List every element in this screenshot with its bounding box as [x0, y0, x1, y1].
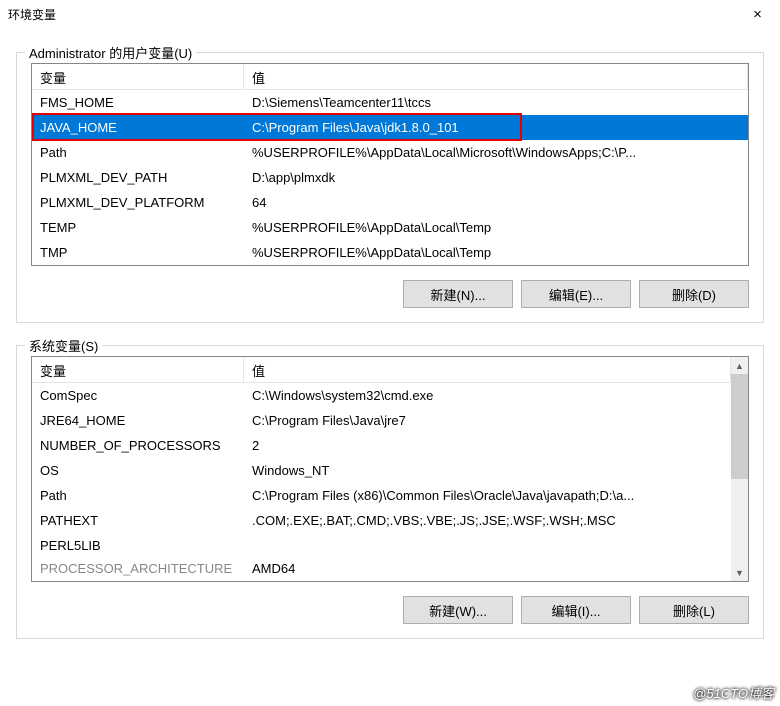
system-vars-buttons: 新建(W)... 编辑(I)... 删除(L): [31, 596, 749, 624]
titlebar: 环境变量 ×: [0, 0, 780, 28]
table-row[interactable]: ComSpec C:\Windows\system32\cmd.exe: [32, 383, 731, 408]
table-row[interactable]: OS Windows_NT: [32, 458, 731, 483]
user-vars-list[interactable]: 变量 值 FMS_HOME D:\Siemens\Teamcenter11\tc…: [31, 63, 749, 266]
var-name: TEMP: [32, 217, 244, 238]
new-button[interactable]: 新建(N)...: [403, 280, 513, 308]
edit-button[interactable]: 编辑(E)...: [521, 280, 631, 308]
table-row[interactable]: NUMBER_OF_PROCESSORS 2: [32, 433, 731, 458]
delete-button[interactable]: 删除(L): [639, 596, 749, 624]
table-row[interactable]: Path C:\Program Files (x86)\Common Files…: [32, 483, 731, 508]
var-name: FMS_HOME: [32, 92, 244, 113]
var-name: OS: [32, 460, 244, 481]
col-variable[interactable]: 变量: [32, 357, 244, 382]
var-value: .COM;.EXE;.BAT;.CMD;.VBS;.VBE;.JS;.JSE;.…: [244, 510, 731, 531]
var-value: [244, 543, 731, 549]
system-vars-body: ComSpec C:\Windows\system32\cmd.exe JRE6…: [32, 383, 731, 581]
var-value: 64: [244, 192, 748, 213]
table-row[interactable]: PATHEXT .COM;.EXE;.BAT;.CMD;.VBS;.VBE;.J…: [32, 508, 731, 533]
var-value: 2: [244, 435, 731, 456]
table-row[interactable]: PERL5LIB: [32, 533, 731, 558]
table-row[interactable]: PLMXML_DEV_PATH D:\app\plmxdk: [32, 165, 748, 190]
var-value: C:\Program Files\Java\jdk1.8.0_101: [244, 117, 748, 138]
var-value: C:\Program Files\Java\jre7: [244, 410, 731, 431]
table-row[interactable]: PROCESSOR_ARCHITECTURE AMD64: [32, 558, 731, 578]
system-vars-group: 系统变量(S) 变量 值 ComSpec C:\Windows\system32…: [16, 345, 764, 639]
scroll-thumb[interactable]: [731, 374, 748, 479]
var-value: %USERPROFILE%\AppData\Local\Microsoft\Wi…: [244, 142, 748, 163]
var-value: AMD64: [244, 558, 731, 578]
user-vars-header: 变量 值: [32, 64, 748, 90]
scroll-down-icon[interactable]: ▼: [731, 564, 748, 581]
var-name: PLMXML_DEV_PATH: [32, 167, 244, 188]
user-vars-body: FMS_HOME D:\Siemens\Teamcenter11\tccs JA…: [32, 90, 748, 265]
var-name: TMP: [32, 242, 244, 263]
window-title: 环境变量: [8, 6, 56, 23]
user-vars-buttons: 新建(N)... 编辑(E)... 删除(D): [31, 280, 749, 308]
scroll-up-icon[interactable]: ▲: [731, 357, 748, 374]
var-name: PROCESSOR_ARCHITECTURE: [32, 558, 244, 578]
table-row-selected[interactable]: JAVA_HOME C:\Program Files\Java\jdk1.8.0…: [32, 115, 748, 140]
close-button[interactable]: ×: [735, 0, 780, 28]
user-vars-group: Administrator 的用户变量(U) 变量 值 FMS_HOME D:\…: [16, 52, 764, 323]
var-name: PLMXML_DEV_PLATFORM: [32, 192, 244, 213]
system-vars-label: 系统变量(S): [25, 336, 102, 355]
var-value: C:\Program Files (x86)\Common Files\Orac…: [244, 485, 731, 506]
var-name: NUMBER_OF_PROCESSORS: [32, 435, 244, 456]
var-value: %USERPROFILE%\AppData\Local\Temp: [244, 242, 748, 263]
var-name: PATHEXT: [32, 510, 244, 531]
new-button[interactable]: 新建(W)...: [403, 596, 513, 624]
scroll-track[interactable]: [731, 374, 748, 564]
watermark: @51CTO博客: [693, 683, 774, 702]
scrollbar[interactable]: ▲ ▼: [731, 357, 748, 581]
var-value: D:\Siemens\Teamcenter11\tccs: [244, 92, 748, 113]
table-row[interactable]: PLMXML_DEV_PLATFORM 64: [32, 190, 748, 215]
system-vars-header: 变量 值: [32, 357, 731, 383]
delete-button[interactable]: 删除(D): [639, 280, 749, 308]
table-row[interactable]: FMS_HOME D:\Siemens\Teamcenter11\tccs: [32, 90, 748, 115]
table-row[interactable]: JRE64_HOME C:\Program Files\Java\jre7: [32, 408, 731, 433]
var-name: ComSpec: [32, 385, 244, 406]
var-value: Windows_NT: [244, 460, 731, 481]
var-value: D:\app\plmxdk: [244, 167, 748, 188]
var-value: %USERPROFILE%\AppData\Local\Temp: [244, 217, 748, 238]
var-name: JAVA_HOME: [32, 117, 244, 138]
var-name: JRE64_HOME: [32, 410, 244, 431]
col-value[interactable]: 值: [244, 64, 748, 89]
table-row[interactable]: Path %USERPROFILE%\AppData\Local\Microso…: [32, 140, 748, 165]
var-name: Path: [32, 142, 244, 163]
user-vars-label: Administrator 的用户变量(U): [25, 43, 196, 62]
close-icon: ×: [753, 6, 762, 23]
col-variable[interactable]: 变量: [32, 64, 244, 89]
table-row[interactable]: TMP %USERPROFILE%\AppData\Local\Temp: [32, 240, 748, 265]
table-row[interactable]: TEMP %USERPROFILE%\AppData\Local\Temp: [32, 215, 748, 240]
var-name: Path: [32, 485, 244, 506]
col-value[interactable]: 值: [244, 357, 731, 382]
var-value: C:\Windows\system32\cmd.exe: [244, 385, 731, 406]
edit-button[interactable]: 编辑(I)...: [521, 596, 631, 624]
var-name: PERL5LIB: [32, 535, 244, 556]
system-vars-list[interactable]: 变量 值 ComSpec C:\Windows\system32\cmd.exe…: [31, 356, 749, 582]
dialog-content: Administrator 的用户变量(U) 变量 值 FMS_HOME D:\…: [0, 28, 780, 647]
